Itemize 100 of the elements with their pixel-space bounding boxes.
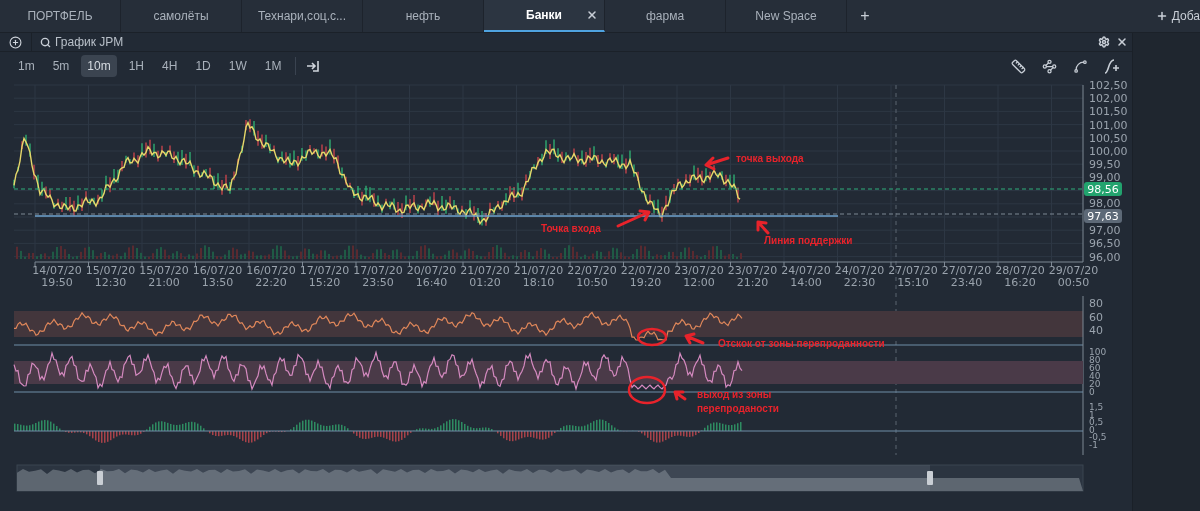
- time-axis-label: 16/07/20: [192, 264, 243, 277]
- close-icon[interactable]: [586, 9, 598, 21]
- time-axis-label: 22:30: [843, 276, 876, 289]
- curve-plus-icon[interactable]: [1104, 58, 1120, 74]
- time-axis-label: 27/07/20: [888, 264, 938, 277]
- time-axis-label: 15/07/20: [85, 264, 136, 277]
- indicator-axis-label: 1,5: [1089, 402, 1104, 412]
- tab[interactable]: самолёты: [121, 0, 242, 32]
- indicator-axis-label: 0: [1089, 387, 1095, 397]
- price-axis-label: 99,50: [1089, 158, 1121, 172]
- interval-button[interactable]: 4H: [156, 55, 184, 77]
- time-axis-label: 13:50: [201, 276, 234, 289]
- interval-button[interactable]: 1M: [258, 55, 288, 77]
- interval-button[interactable]: 1D: [189, 55, 217, 77]
- line-icon[interactable]: [1073, 58, 1088, 74]
- indicator-axis-label: 20: [1089, 379, 1101, 389]
- time-axis-label: 21/07/20: [513, 264, 564, 277]
- navigator-handle[interactable]: [97, 471, 103, 485]
- go-to-end-icon[interactable]: [306, 59, 321, 73]
- indicator-axis-label: 40: [1089, 324, 1103, 337]
- annotation-text: Отскок от зоны перепроданности: [718, 338, 885, 349]
- tick-mark: [730, 261, 731, 267]
- price-axis-label: 101,00: [1089, 118, 1128, 132]
- navigator-handle[interactable]: [927, 471, 933, 485]
- time-axis-label: 21:20: [736, 276, 769, 289]
- time-axis-label: 27/07/20: [941, 264, 992, 277]
- tab[interactable]: New Space: [726, 0, 847, 32]
- price-axis-label: 102,50: [1089, 80, 1128, 92]
- tick-mark: [676, 261, 678, 267]
- time-axis-label: 19:50: [41, 276, 73, 289]
- tick-mark: [195, 261, 196, 267]
- settings-icon[interactable]: [1098, 36, 1110, 48]
- interval-button[interactable]: 1W: [222, 55, 253, 77]
- time-axis-label: 00:50: [1057, 276, 1090, 289]
- circle-drawing: [636, 327, 668, 347]
- tick-mark: [783, 261, 785, 267]
- tick-mark: [248, 261, 250, 267]
- time-axis-label: 22:20: [255, 276, 287, 289]
- indicator-axis-label: 60: [1089, 310, 1103, 324]
- indicator-axis-label: 0,5: [1089, 417, 1104, 427]
- interval-button[interactable]: 10m: [81, 55, 117, 77]
- time-axis-label: 10:50: [576, 276, 608, 289]
- indicator-axis-label: 80: [1089, 297, 1103, 310]
- tab[interactable]: Технари,соц.с...: [242, 0, 363, 32]
- indicator-axis-label: -1: [1089, 439, 1098, 450]
- price-badge: 97,63: [1084, 209, 1122, 223]
- time-axis-label: 21:00: [148, 276, 180, 289]
- ruler-icon[interactable]: [1011, 58, 1026, 74]
- interval-button[interactable]: 1m: [12, 55, 41, 77]
- interval-button[interactable]: 1H: [122, 55, 151, 77]
- add-tab-button[interactable]: +: [847, 0, 883, 32]
- time-axis-label: 28/07/20: [995, 264, 1045, 277]
- close-icon[interactable]: [1116, 36, 1128, 48]
- tab[interactable]: ПОРТФЕЛЬ: [0, 0, 121, 32]
- time-axis-label: 23:50: [362, 276, 394, 289]
- indicator-axis-label: 80: [1089, 355, 1101, 365]
- time-axis-label: 21/07/20: [460, 264, 510, 277]
- time-axis-label: 12:00: [683, 276, 715, 289]
- interval-button[interactable]: 5m: [46, 55, 76, 77]
- price-axis-label: 101,50: [1089, 105, 1128, 119]
- time-axis-label: 19:20: [629, 276, 662, 289]
- tick-mark: [34, 261, 36, 267]
- tick-mark: [1051, 261, 1052, 267]
- arrow-drawing: [756, 220, 770, 235]
- arrow-drawing: [684, 332, 705, 345]
- add-icon[interactable]: [9, 35, 22, 49]
- price-axis-label: 100,00: [1089, 145, 1128, 158]
- tick-mark: [944, 261, 945, 267]
- time-axis-label: 15/07/20: [139, 264, 189, 277]
- annotation-text: Линия поддержки: [764, 235, 853, 246]
- indicator-axis-label: 100: [1089, 347, 1107, 357]
- tick-mark: [409, 261, 410, 267]
- tab[interactable]: Банки: [484, 0, 605, 32]
- indicator-axis-label: 0: [1089, 424, 1095, 435]
- time-axis-label: 17/07/20: [299, 264, 350, 277]
- tick-mark: [141, 261, 143, 267]
- tick-mark: [997, 261, 999, 267]
- arrow-drawing: [704, 156, 730, 171]
- annotation-text: выход из зоны: [697, 389, 772, 400]
- time-axis-label: 15:10: [897, 276, 929, 289]
- time-axis-label: 24/07/20: [781, 264, 831, 277]
- time-axis-label: 17/07/20: [353, 264, 403, 277]
- time-axis-label: 22/07/20: [567, 264, 617, 277]
- tick-mark: [516, 261, 517, 267]
- time-axis-label: 14:00: [790, 276, 822, 289]
- tick-mark: [623, 261, 624, 267]
- plus-icon: [1155, 10, 1168, 22]
- time-axis-label: 20/07/20: [406, 264, 457, 277]
- search-icon[interactable]: [40, 36, 51, 48]
- annotation-text: Точка входа: [541, 223, 601, 234]
- add-button[interactable]: Доба: [1155, 0, 1200, 32]
- path-icon[interactable]: [1042, 58, 1057, 74]
- tab[interactable]: фарма: [605, 0, 726, 32]
- price-axis-label: 96,50: [1089, 237, 1121, 251]
- arrow-drawing: [616, 209, 651, 228]
- tick-mark: [302, 261, 303, 267]
- time-axis-label: 29/07/20: [1048, 264, 1099, 277]
- tick-mark: [569, 261, 571, 267]
- tick-mark: [88, 261, 89, 267]
- annotation-text: точка выхода: [736, 153, 804, 164]
